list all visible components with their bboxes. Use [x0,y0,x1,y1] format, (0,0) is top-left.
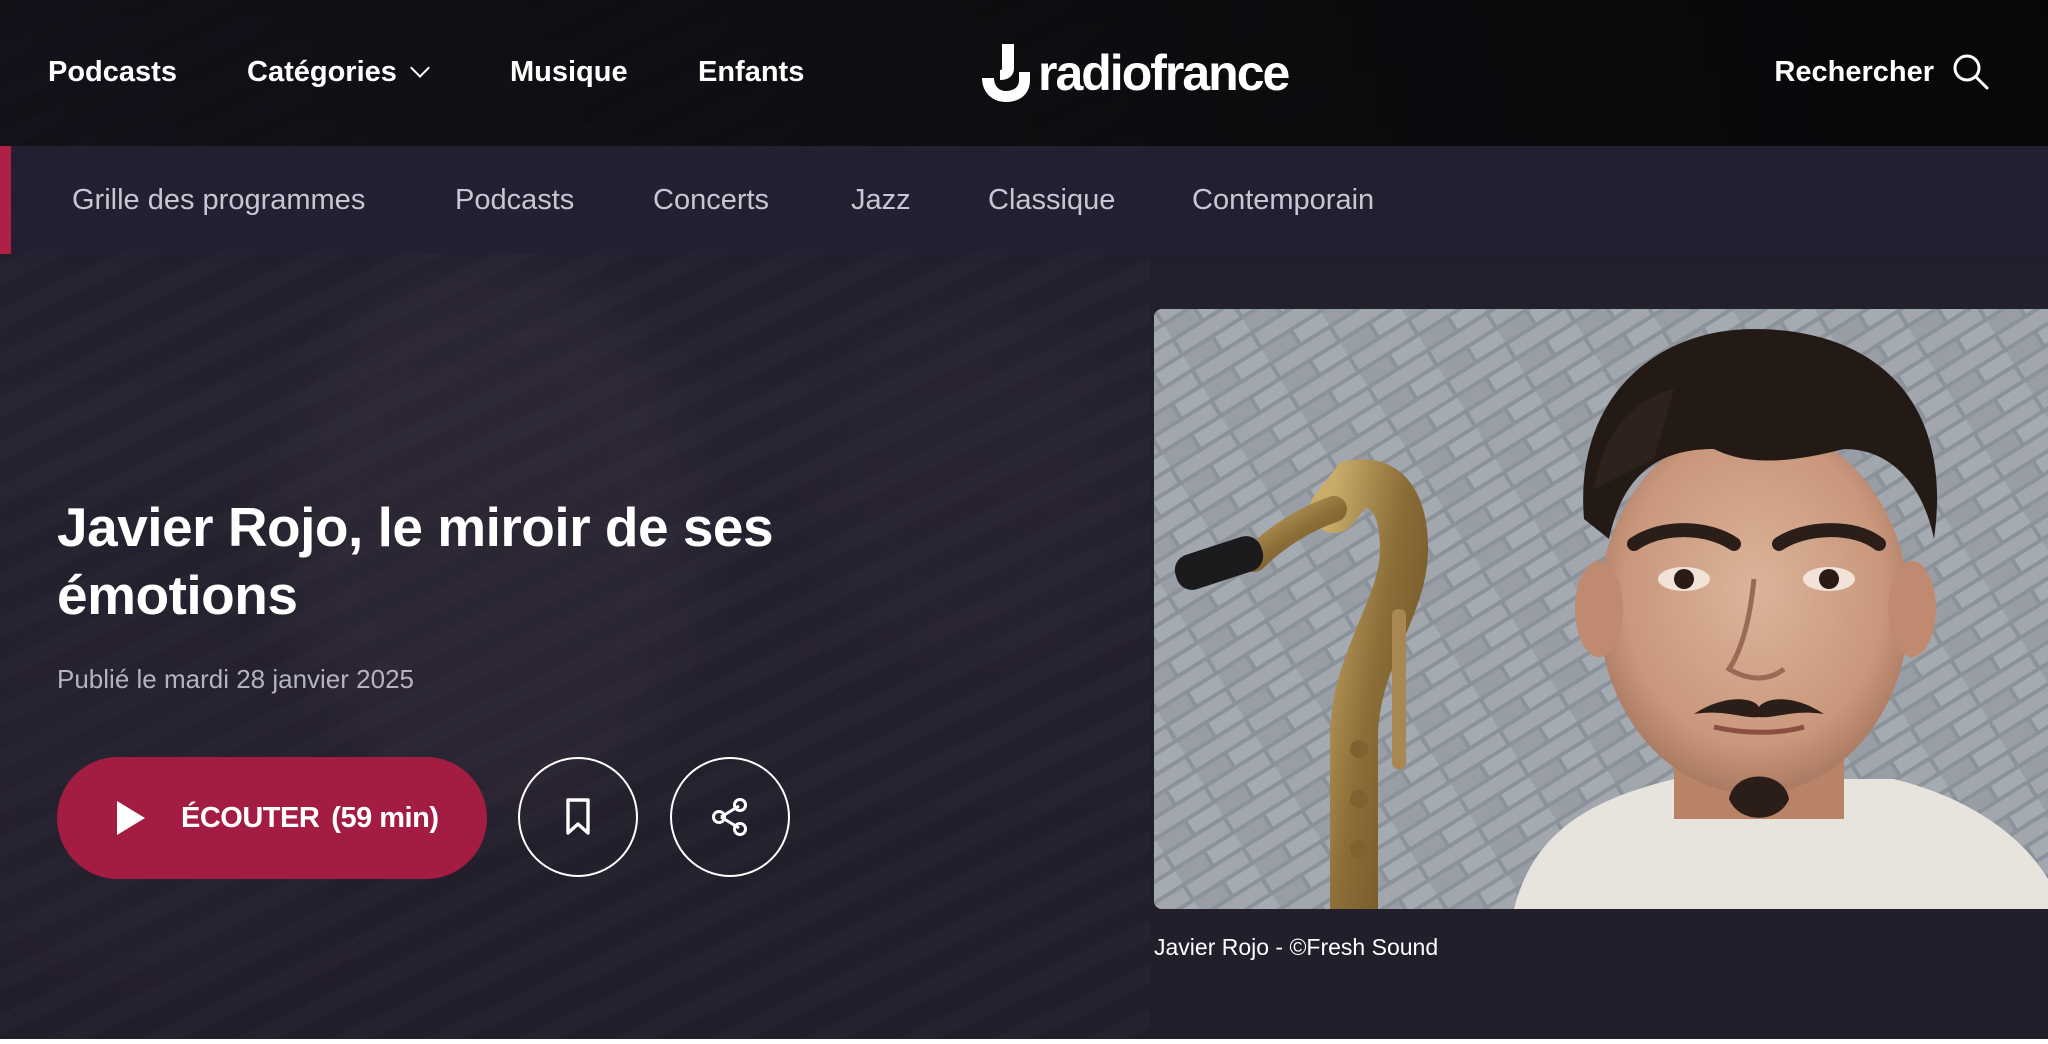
nav-podcasts[interactable]: Podcasts [48,50,177,94]
sub-nav-grille[interactable]: Grille des programmes [72,178,365,222]
nav-enfants[interactable]: Enfants [698,50,804,94]
bookmark-icon [566,798,590,835]
chevron-down-icon [409,58,430,78]
nav-categories[interactable]: Catégories [247,50,430,94]
sub-nav-classique[interactable]: Classique [988,178,1115,222]
search-label: Rechercher [1774,56,1934,88]
publish-date: Publié le mardi 28 janvier 2025 [57,664,414,694]
musician-photo [1154,309,2048,909]
share-button[interactable] [670,757,790,877]
sub-nav-jazz[interactable]: Jazz [851,178,911,222]
radiofrance-logo[interactable]: radiofrance [978,40,1290,106]
sub-nav-podcasts[interactable]: Podcasts [455,178,574,222]
nav-musique[interactable]: Musique [510,50,628,94]
listen-label: ÉCOUTER [181,801,320,834]
background-blur-shape [820,300,1120,680]
listen-duration: (59 min) [331,801,439,834]
listen-button[interactable]: ÉCOUTER (59 min) [57,757,487,879]
bookmark-button[interactable] [518,757,638,877]
hero-image [1154,309,2048,909]
sub-nav-accent [0,146,11,254]
play-icon [117,801,145,835]
sub-nav-contemporain[interactable]: Contemporain [1192,178,1374,222]
nav-categories-label: Catégories [247,56,397,88]
share-icon [712,798,747,836]
radiofrance-logo-mark [982,44,1030,102]
page: Podcasts Catégories Musique Enfants radi… [0,0,2048,1039]
search-icon [1953,54,1989,90]
logo-text: radiofrance [1038,45,1290,101]
sub-nav-concerts[interactable]: Concerts [653,178,769,222]
search-button[interactable]: Rechercher [1774,50,1990,94]
page-title: Javier Rojo, le miroir de ses émotions [57,496,774,626]
sub-nav: Grille des programmes Podcasts Concerts … [0,146,2048,254]
image-caption: Javier Rojo - ©Fresh Sound [1154,934,1439,960]
top-header: Podcasts Catégories Musique Enfants radi… [0,0,2048,146]
